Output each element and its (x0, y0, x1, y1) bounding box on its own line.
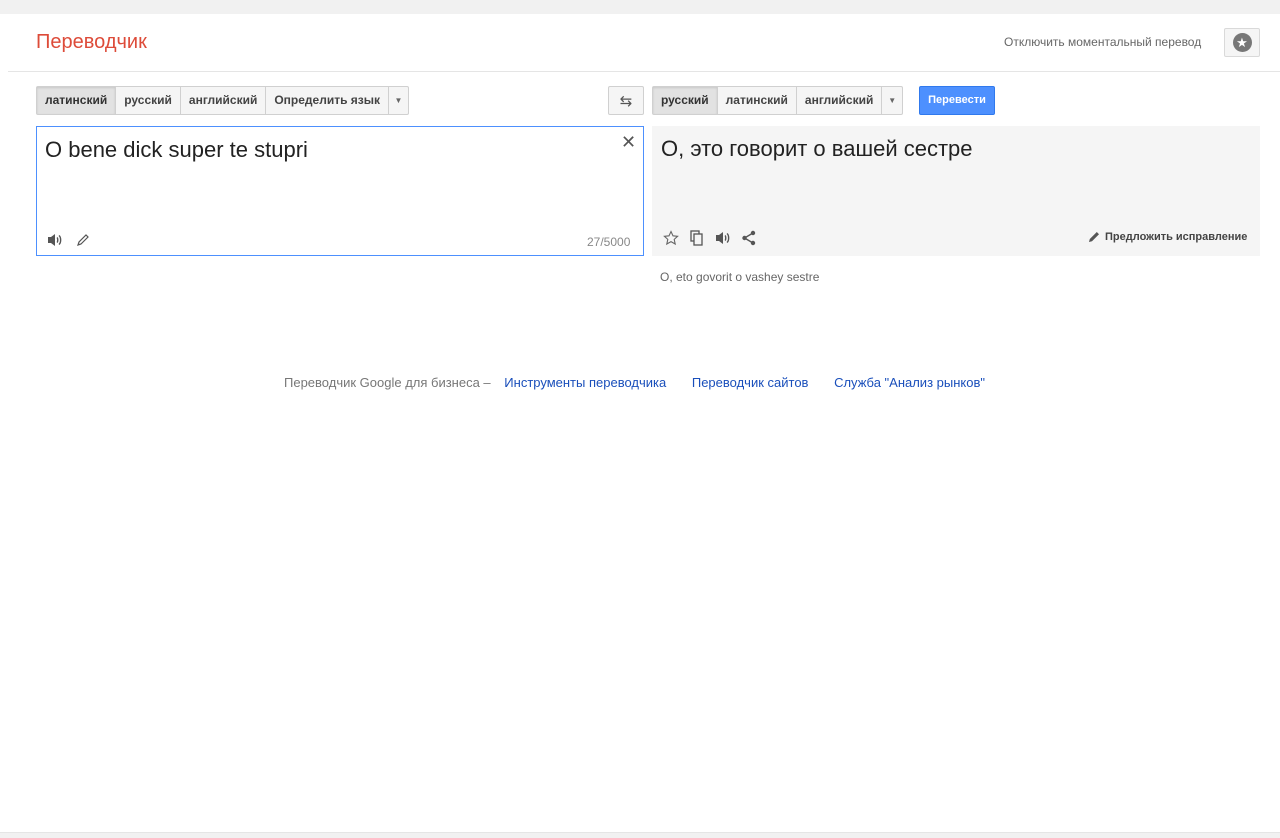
translate-button[interactable]: Перевести (919, 86, 995, 115)
star-outline-icon (663, 230, 679, 246)
top-strip (0, 0, 1280, 14)
source-tools (45, 230, 93, 250)
target-lang-latin[interactable]: латинский (718, 87, 797, 114)
app-title[interactable]: Переводчик (36, 31, 147, 54)
source-lang-russian[interactable]: русский (116, 87, 181, 114)
speaker-icon (716, 232, 730, 244)
source-text-area[interactable]: O bene dick super te stupri ✕ 27/5000 (36, 126, 644, 256)
transliteration: O, eto govorit o vashey sestre (660, 270, 820, 284)
listen-translation-button[interactable] (713, 228, 733, 248)
handwrite-button[interactable] (73, 230, 93, 250)
target-lang-english[interactable]: английский (797, 87, 883, 114)
source-lang-latin[interactable]: латинский (37, 87, 117, 114)
bottom-line (0, 832, 1280, 838)
footer: Переводчик Google для бизнеса – Инструме… (284, 375, 985, 390)
footer-link-global-market-finder[interactable]: Служба "Анализ рынков" (834, 375, 985, 390)
source-lang-detect[interactable]: Определить язык (266, 87, 390, 114)
listen-source-button[interactable] (45, 230, 65, 250)
source-lang-dropdown[interactable]: ▼ (389, 87, 408, 114)
swap-icon: ⇆ (619, 92, 633, 110)
pencil-icon (1089, 232, 1099, 242)
translation-text: О, это говорит о вашей сестре (661, 136, 973, 161)
chevron-down-icon: ▼ (394, 96, 403, 105)
share-button[interactable] (739, 228, 759, 248)
footer-link-translator-toolkit[interactable]: Инструменты переводчика (504, 375, 666, 390)
translation-result-area: О, это говорит о вашей сестре Предложить… (652, 126, 1260, 256)
target-language-bar: русский латинский английский ▼ (652, 86, 903, 115)
header: Переводчик Отключить моментальный перево… (8, 14, 1280, 72)
star-icon: ★ (1232, 33, 1252, 52)
settings-button[interactable]: ★ (1224, 28, 1260, 57)
close-icon: ✕ (621, 132, 637, 152)
target-lang-dropdown[interactable]: ▼ (882, 87, 902, 114)
suggest-edit-label: Предложить исправление (1105, 230, 1248, 243)
source-lang-english[interactable]: английский (181, 87, 267, 114)
footer-link-website-translator[interactable]: Переводчик сайтов (692, 375, 809, 390)
share-icon (742, 230, 756, 246)
pencil-icon (77, 234, 89, 246)
copy-icon (690, 230, 703, 246)
copy-button[interactable] (687, 228, 707, 248)
clear-button[interactable]: ✕ (621, 132, 636, 152)
speaker-icon (48, 234, 62, 246)
chevron-down-icon: ▼ (888, 96, 897, 105)
swap-languages-button[interactable]: ⇆ (608, 86, 644, 115)
footer-prefix: Переводчик Google для бизнеса – (284, 375, 491, 390)
char-count: 27/5000 (587, 235, 631, 249)
instant-translation-toggle[interactable]: Отключить моментальный перевод (1004, 35, 1201, 49)
target-lang-russian[interactable]: русский (653, 87, 718, 114)
source-language-bar: латинский русский английский Определить … (36, 86, 409, 115)
translation-tools (661, 228, 759, 248)
suggest-edit-button[interactable]: Предложить исправление (1088, 230, 1247, 243)
source-text[interactable]: O bene dick super te stupri (45, 137, 308, 163)
save-phrase-button[interactable] (661, 228, 681, 248)
